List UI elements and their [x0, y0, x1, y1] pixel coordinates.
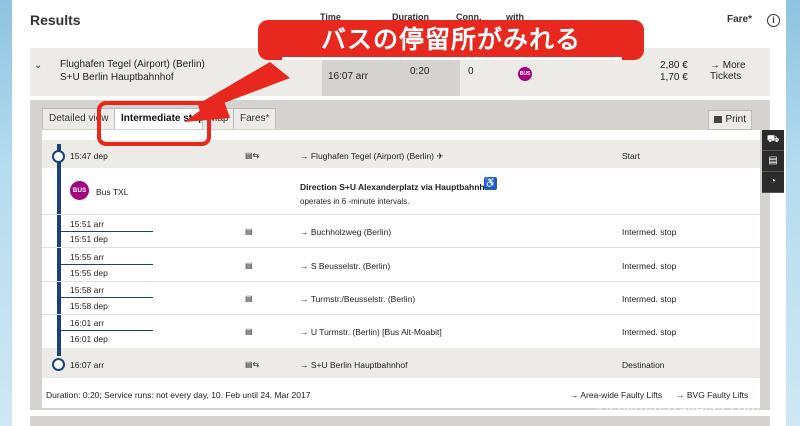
watermark: ©chiitu-u-travel55.com — [595, 402, 760, 418]
banner-underline — [282, 57, 622, 60]
annotation-arrow — [184, 62, 290, 122]
annotation-banner: バスの停留所がみれる — [258, 20, 644, 60]
